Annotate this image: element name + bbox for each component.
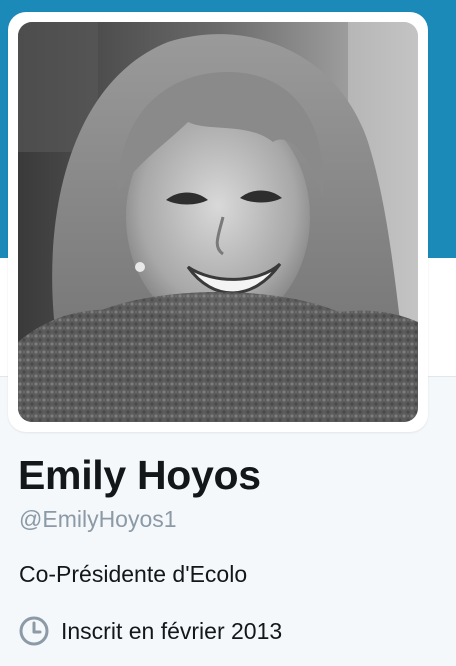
avatar-photo <box>18 22 418 422</box>
join-date: Inscrit en février 2013 <box>18 615 282 647</box>
profile-avatar-frame[interactable] <box>8 12 428 432</box>
join-date-text: Inscrit en février 2013 <box>61 617 283 644</box>
avatar[interactable] <box>18 22 418 422</box>
clock-icon <box>18 615 50 647</box>
profile-name[interactable]: Emily Hoyos <box>18 452 261 499</box>
profile-bio: Co-Présidente d'Ecolo <box>19 561 248 587</box>
profile-handle[interactable]: @EmilyHoyos1 <box>19 506 177 533</box>
